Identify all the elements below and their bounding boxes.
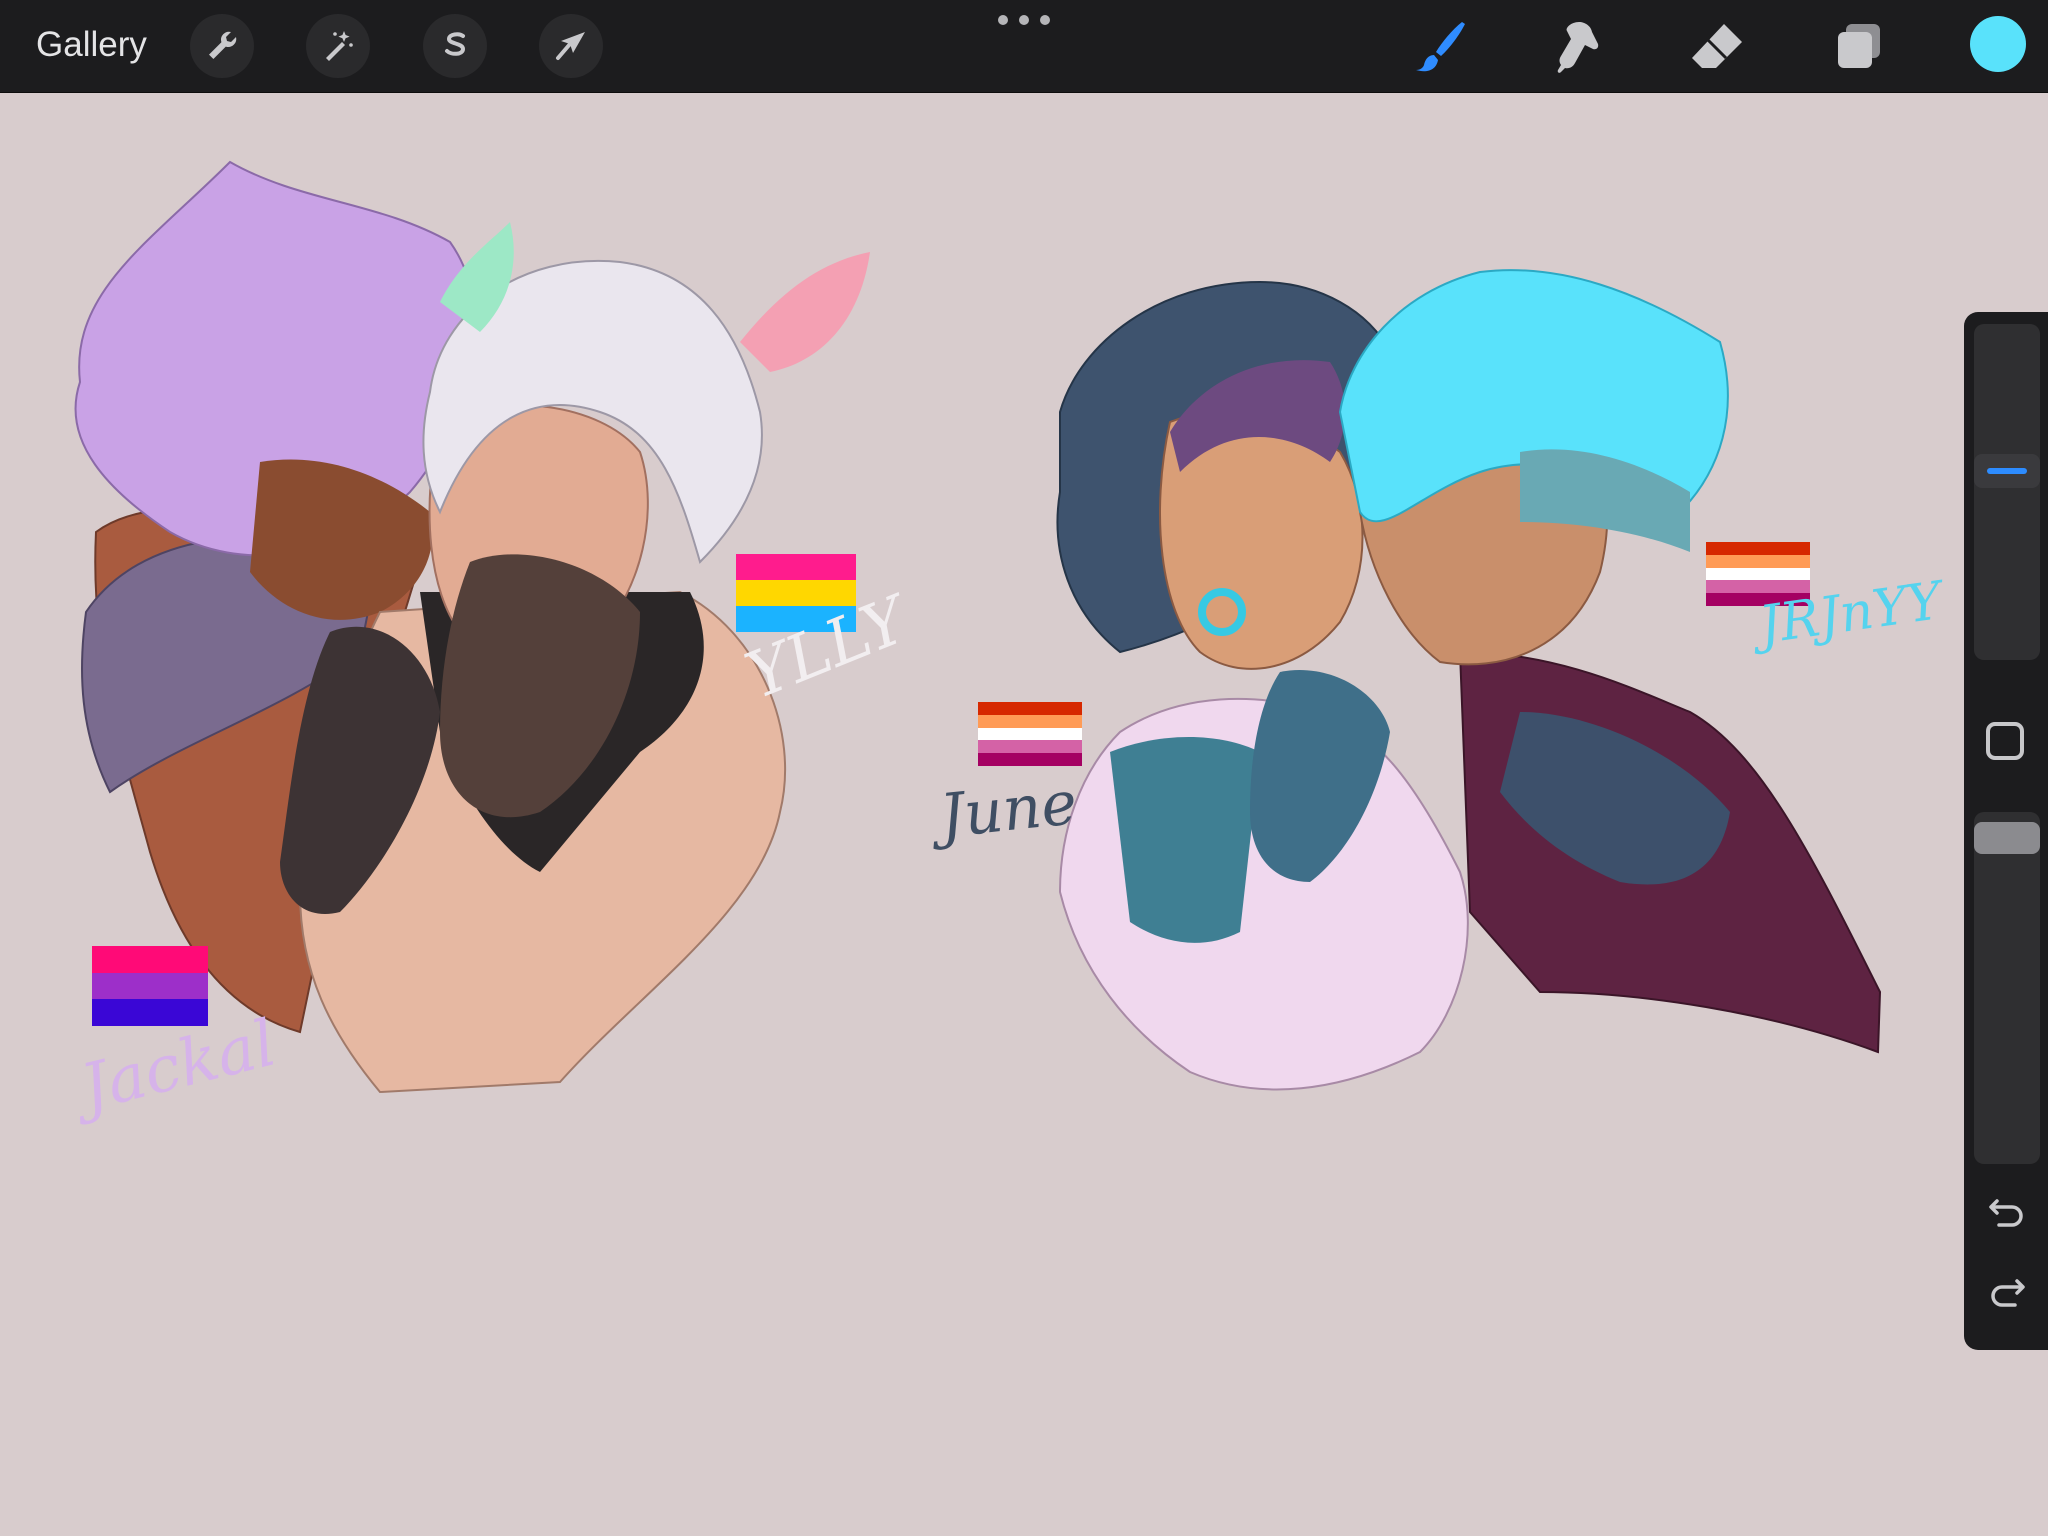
top-toolbar: Gallery (0, 0, 2048, 93)
transform-arrow-icon (556, 32, 585, 60)
eraser-icon (1692, 24, 1742, 68)
selection-icon (445, 32, 466, 56)
layers-button[interactable] (1826, 14, 1892, 80)
gallery-button[interactable]: Gallery (36, 22, 147, 68)
magic-wand-icon (326, 31, 353, 61)
bi-flag-stripe (92, 999, 208, 1027)
wrench-icon (209, 31, 237, 59)
transform-button[interactable] (539, 14, 603, 78)
pan-flag-stripe (736, 554, 856, 580)
brush-size-slider-handle[interactable] (1974, 453, 2040, 488)
lesbian-flag-stripe (1706, 542, 1810, 555)
eraser-tool-button[interactable] (1684, 14, 1750, 80)
more-dot-icon (1019, 15, 1029, 25)
more-dot-icon (998, 15, 1008, 25)
right-couple-drawing (1056, 269, 1882, 1091)
brush-size-slider[interactable] (1974, 324, 2040, 660)
lesbian-flag-stripe (978, 702, 1082, 715)
bi-flag-stripe (92, 946, 208, 973)
smudge-icon (1557, 22, 1599, 73)
undo-button[interactable] (1978, 1182, 2036, 1240)
brush-icon (1416, 22, 1465, 72)
lesbian-flag-stripe (978, 753, 1082, 766)
layers-icon (1838, 24, 1880, 68)
modify-button[interactable] (1986, 722, 2024, 760)
undo-icon (1989, 1199, 2023, 1227)
bi-pride-flag (92, 946, 208, 1027)
lesbian-flag-stripe (978, 740, 1082, 754)
brush-opacity-slider[interactable] (1974, 812, 2040, 1164)
drawing-canvas[interactable]: YLLY Jackal June JRJnYY (0, 92, 2048, 1536)
lesbian-flag-stripe (1706, 554, 1810, 568)
smudge-tool-button[interactable] (1545, 14, 1611, 80)
lesbian-pride-flag-center (978, 702, 1082, 766)
pan-flag-stripe (736, 580, 856, 606)
procreate-app: Gallery YLLY Jackal June JRJnYY (0, 0, 2048, 1536)
side-toolbar (1964, 312, 2048, 1350)
more-options-button[interactable] (998, 12, 1050, 28)
selection-button[interactable] (423, 14, 487, 78)
signature-center: June (936, 768, 1081, 852)
brush-opacity-slider-handle[interactable] (1974, 821, 2040, 854)
bi-flag-stripe (92, 972, 208, 1000)
lesbian-flag-stripe (978, 714, 1082, 728)
lesbian-flag-stripe (1706, 567, 1810, 581)
brush-tool-button[interactable] (1406, 14, 1472, 80)
color-picker-button[interactable] (1970, 16, 2026, 72)
redo-icon (1991, 1279, 2025, 1307)
more-dot-icon (1040, 15, 1050, 25)
lesbian-flag-stripe (978, 727, 1082, 741)
actions-button[interactable] (190, 14, 254, 78)
redo-button[interactable] (1978, 1266, 2036, 1324)
adjustments-button[interactable] (306, 14, 370, 78)
